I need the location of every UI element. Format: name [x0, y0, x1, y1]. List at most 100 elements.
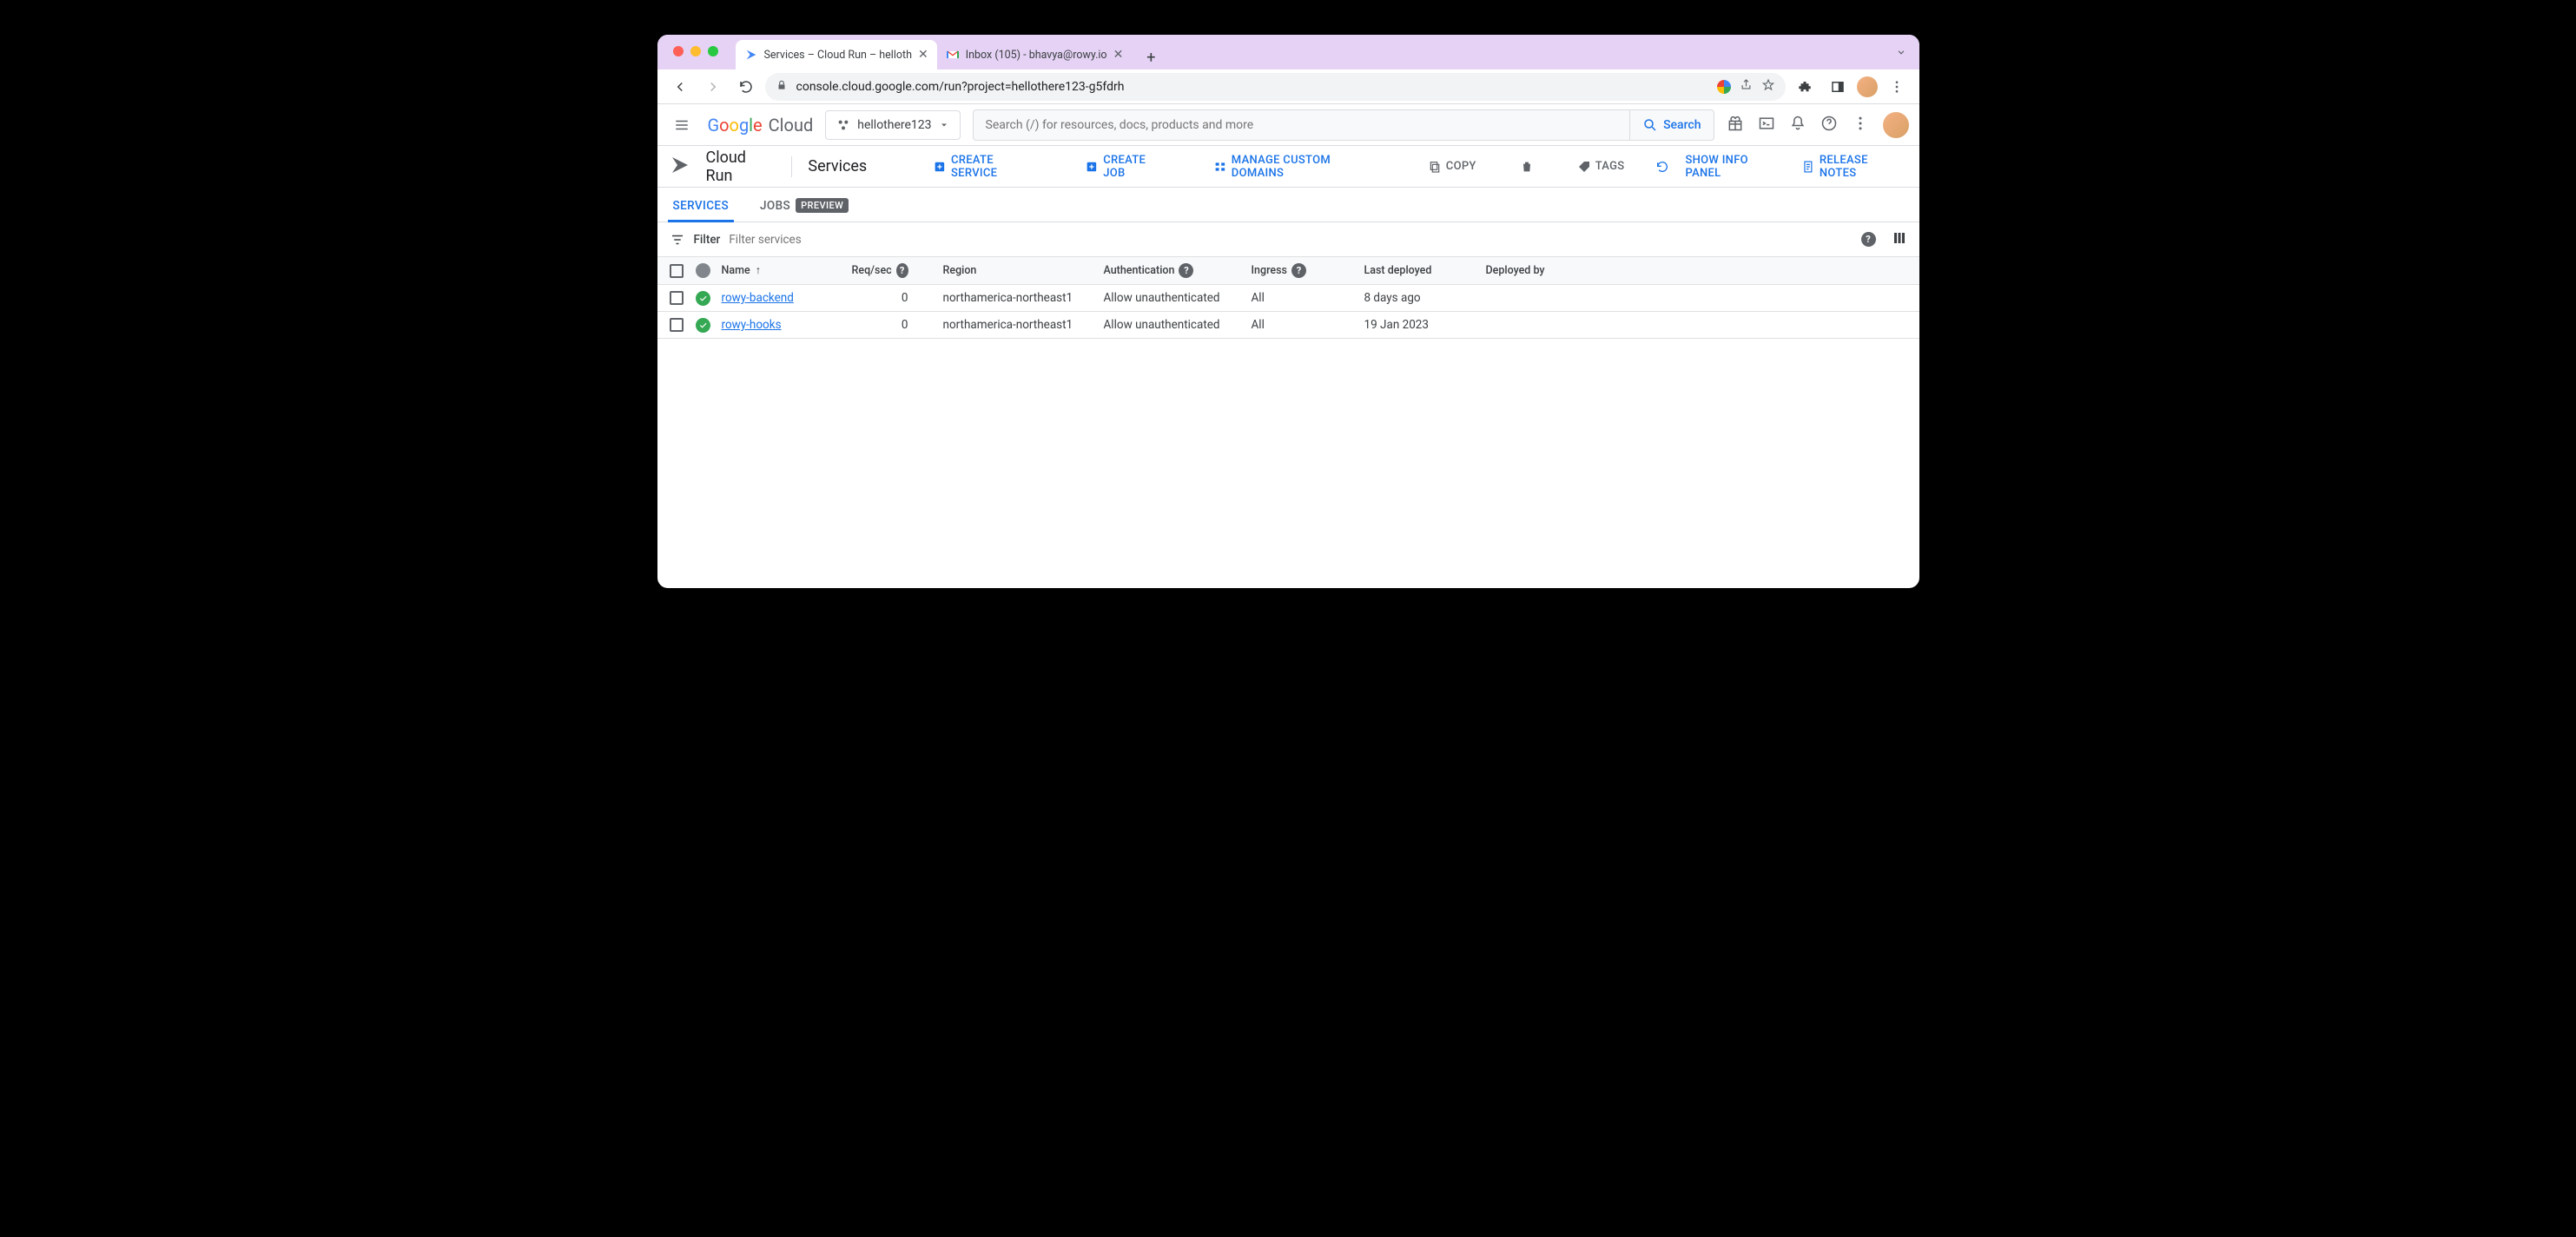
product-name: Cloud Run [706, 149, 776, 185]
action-label: CREATE SERVICE [951, 154, 1041, 180]
tab-jobs[interactable]: JOBS PREVIEW [755, 198, 854, 222]
action-label: COPY [1446, 160, 1476, 173]
tab-label: SERVICES [673, 199, 730, 213]
tab-label: JOBS [760, 199, 790, 213]
window-close-button[interactable] [673, 46, 684, 56]
header-region[interactable]: Region [943, 264, 1104, 277]
columns-icon[interactable] [1892, 230, 1907, 249]
manage-domains-button[interactable]: MANAGE CUSTOM DOMAINS [1213, 154, 1384, 180]
header-req[interactable]: Req/sec? [852, 263, 943, 278]
google-cloud-logo[interactable]: Google Cloud [708, 115, 814, 136]
cell-req: 0 [852, 291, 943, 305]
window-maximize-button[interactable] [708, 46, 718, 56]
browser-titlebar: Services – Cloud Run – helloth ✕ Inbox (… [657, 35, 1919, 69]
filter-label: Filter [694, 233, 721, 247]
delete-button[interactable] [1520, 160, 1534, 174]
reload-button[interactable] [732, 73, 760, 101]
project-icon [836, 118, 850, 132]
window-controls [673, 46, 718, 56]
tags-button[interactable]: TAGS [1577, 160, 1625, 174]
header-name[interactable]: Name↑ [722, 264, 852, 277]
cloud-logo-text: Cloud [769, 115, 814, 136]
more-menu-icon[interactable] [1852, 115, 1869, 136]
header-ingress[interactable]: Ingress? [1252, 263, 1364, 278]
cell-auth: Allow unauthenticated [1104, 291, 1252, 305]
cloud-run-icon [670, 155, 690, 179]
copy-button[interactable]: COPY [1428, 160, 1476, 174]
cell-region: northamerica-northeast1 [943, 291, 1104, 305]
refresh-button[interactable] [1655, 160, 1669, 174]
cell-ingress: All [1252, 318, 1364, 332]
action-label: RELEASE NOTES [1820, 154, 1907, 180]
forward-button[interactable] [699, 73, 727, 101]
notifications-icon[interactable] [1789, 115, 1807, 136]
cell-auth: Allow unauthenticated [1104, 318, 1252, 332]
table-header: Name↑ Req/sec? Region Authentication? In… [657, 257, 1919, 285]
filter-bar: Filter ? [657, 222, 1919, 257]
gcp-search-input[interactable] [974, 118, 1630, 132]
gcp-search-bar[interactable]: Search [973, 109, 1714, 141]
project-picker[interactable]: hellothere123 [825, 110, 960, 140]
browser-toolbar: console.cloud.google.com/run?project=hel… [657, 69, 1919, 104]
action-label: MANAGE CUSTOM DOMAINS [1232, 154, 1384, 180]
preview-badge: PREVIEW [796, 198, 849, 213]
help-icon[interactable] [1820, 115, 1838, 136]
sort-asc-icon: ↑ [756, 264, 761, 277]
cloud-shell-icon[interactable] [1758, 115, 1775, 136]
navigation-menu-icon[interactable] [668, 111, 696, 139]
tabs-overflow-icon[interactable] [1895, 45, 1907, 62]
status-ok-icon [696, 291, 710, 306]
table-row[interactable]: rowy-hooks 0 northamerica-northeast1 All… [657, 312, 1919, 339]
separator [791, 156, 792, 177]
header-by[interactable]: Deployed by [1486, 264, 1907, 277]
window-minimize-button[interactable] [690, 46, 701, 56]
chrome-menu-icon[interactable] [1883, 73, 1911, 101]
cloud-run-favicon [744, 48, 758, 62]
row-checkbox[interactable] [670, 318, 684, 332]
gift-icon[interactable] [1727, 115, 1744, 136]
extensions-icon[interactable] [1791, 73, 1819, 101]
user-avatar[interactable] [1883, 112, 1909, 138]
table-row[interactable]: rowy-backend 0 northamerica-northeast1 A… [657, 285, 1919, 312]
share-icon[interactable] [1740, 78, 1753, 95]
show-info-panel-button[interactable]: SHOW INFO PANEL [1685, 154, 1786, 180]
help-icon[interactable]: ? [1291, 263, 1306, 278]
cell-req: 0 [852, 318, 943, 332]
bookmark-star-icon[interactable] [1761, 78, 1775, 96]
action-label: SHOW INFO PANEL [1685, 154, 1786, 180]
header-auth[interactable]: Authentication? [1104, 263, 1252, 278]
google-account-icon[interactable] [1717, 80, 1731, 94]
back-button[interactable] [666, 73, 694, 101]
gcp-header: Google Cloud hellothere123 Search [657, 104, 1919, 146]
filter-input[interactable] [729, 233, 1852, 247]
tab-services[interactable]: SERVICES [668, 199, 735, 222]
help-icon[interactable]: ? [896, 263, 908, 278]
header-deployed[interactable]: Last deployed [1364, 264, 1486, 277]
dropdown-icon [939, 120, 949, 130]
row-checkbox[interactable] [670, 291, 684, 305]
search-button[interactable]: Search [1629, 110, 1713, 140]
url-text: console.cloud.google.com/run?project=hel… [796, 80, 1125, 94]
create-job-button[interactable]: CREATE JOB [1085, 154, 1170, 180]
close-tab-icon[interactable]: ✕ [1113, 48, 1124, 62]
new-tab-button[interactable]: + [1139, 45, 1163, 69]
services-table: Name↑ Req/sec? Region Authentication? In… [657, 257, 1919, 339]
select-all-checkbox[interactable] [670, 264, 684, 278]
subtabs: SERVICES JOBS PREVIEW [657, 188, 1919, 222]
lock-icon [776, 79, 788, 95]
sidepanel-icon[interactable] [1824, 73, 1852, 101]
tab-title: Services – Cloud Run – helloth [764, 49, 912, 62]
close-tab-icon[interactable]: ✕ [918, 48, 928, 62]
filter-help-icon[interactable]: ? [1861, 232, 1876, 247]
help-icon[interactable]: ? [1179, 263, 1193, 278]
create-service-button[interactable]: CREATE SERVICE [933, 154, 1041, 180]
action-label: TAGS [1595, 160, 1625, 173]
browser-tab-active[interactable]: Services – Cloud Run – helloth ✕ [736, 40, 937, 69]
release-notes-button[interactable]: RELEASE NOTES [1801, 154, 1906, 180]
service-header: Cloud Run Services CREATE SERVICE CREATE… [657, 146, 1919, 188]
profile-avatar[interactable] [1857, 76, 1878, 97]
service-link[interactable]: rowy-backend [722, 291, 794, 305]
browser-tab[interactable]: Inbox (105) - bhavya@rowy.io ✕ [937, 40, 1133, 69]
service-link[interactable]: rowy-hooks [722, 318, 782, 332]
address-bar[interactable]: console.cloud.google.com/run?project=hel… [765, 73, 1786, 101]
